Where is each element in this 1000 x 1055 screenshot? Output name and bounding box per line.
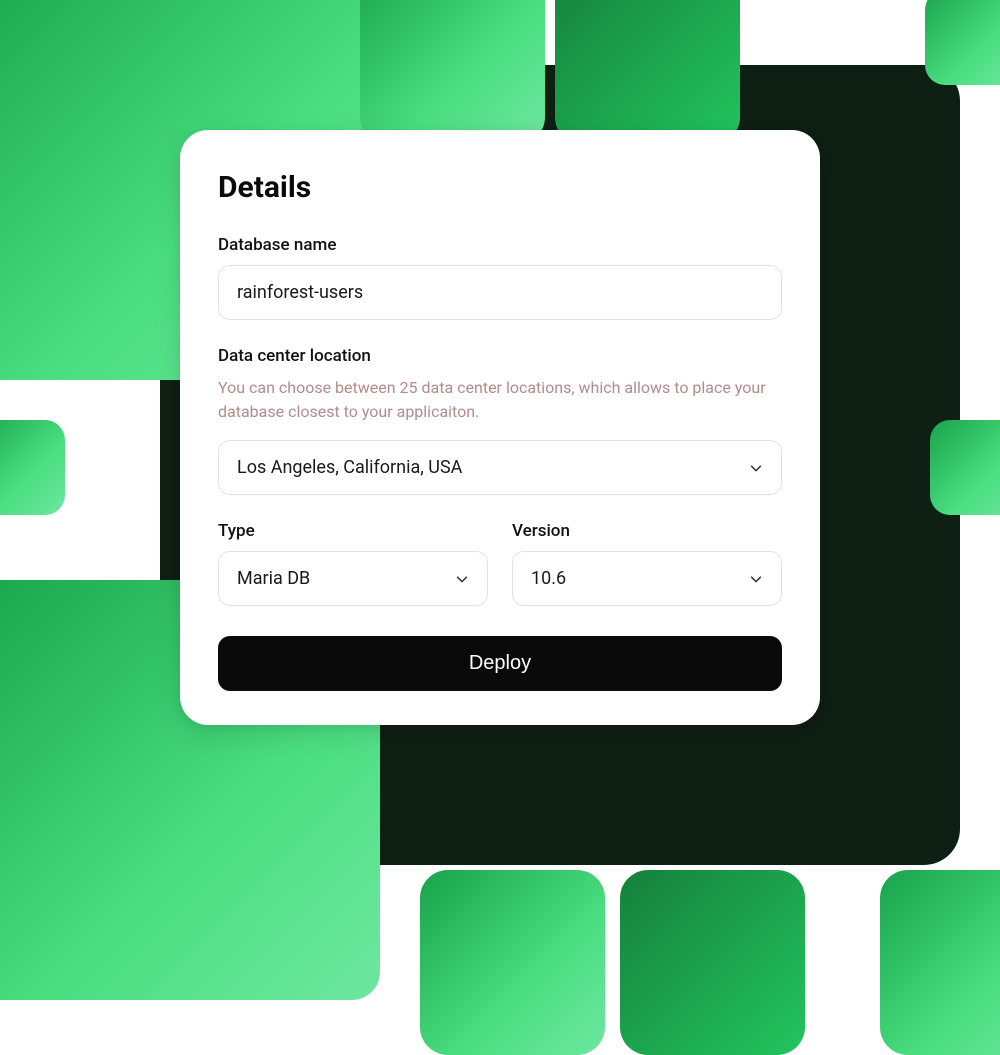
version-select[interactable]: 10.6 [512,551,782,606]
bg-square [925,0,1000,85]
field-database-name: Database name [218,235,782,320]
database-name-input[interactable] [237,282,763,303]
deploy-button[interactable]: Deploy [218,636,782,691]
chevron-down-icon [749,461,763,475]
chevron-down-icon [455,572,469,586]
field-type: Type Maria DB [218,521,488,606]
location-help: You can choose between 25 data center lo… [218,376,782,424]
chevron-down-icon [749,572,763,586]
type-value: Maria DB [237,568,310,589]
bg-square [880,870,1000,1055]
bg-square [555,0,740,145]
bg-square [620,870,805,1055]
type-label: Type [218,521,488,541]
location-value: Los Angeles, California, USA [237,457,462,478]
bg-square [0,420,65,515]
bg-square [420,870,605,1055]
field-location: Data center location You can choose betw… [218,346,782,495]
details-card: Details Database name Data center locati… [180,130,820,725]
type-select[interactable]: Maria DB [218,551,488,606]
version-label: Version [512,521,782,541]
version-value: 10.6 [531,568,566,589]
card-title: Details [218,170,782,205]
database-name-label: Database name [218,235,782,255]
location-label: Data center location [218,346,782,366]
database-name-input-wrap[interactable] [218,265,782,320]
bg-square [930,420,1000,515]
bg-square [360,0,545,145]
field-version: Version 10.6 [512,521,782,606]
location-select[interactable]: Los Angeles, California, USA [218,440,782,495]
